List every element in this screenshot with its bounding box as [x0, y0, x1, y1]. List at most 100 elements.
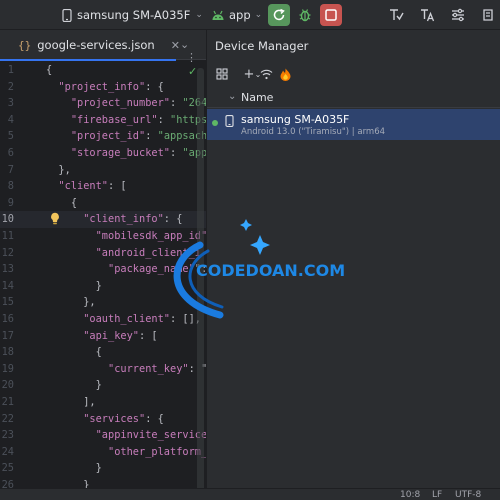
line-number: 18 — [1, 346, 14, 359]
editor-tab-bar: {} google-services.json ✕ ⌄ ⋮ — [0, 30, 206, 64]
code-line[interactable]: 2 "project_info": { — [0, 79, 206, 96]
code-area[interactable]: 1{2 "project_info": {3 "project_number":… — [0, 61, 206, 500]
rerun-icon — [273, 8, 285, 21]
code-token: } — [95, 462, 102, 475]
main-toolbar: samsung SM-A035F ⌄ app ⌄ — [0, 0, 500, 30]
code-line[interactable]: 9 { — [0, 195, 206, 212]
code-text: "project_number": "264 — [46, 95, 206, 112]
device-selector[interactable]: samsung SM-A035F ⌄ — [62, 6, 203, 24]
code-line[interactable]: 22 "services": { — [0, 411, 206, 428]
rerun-button[interactable] — [268, 4, 290, 26]
code-line[interactable]: 4 "firebase_url": "https — [0, 112, 206, 129]
code-token: "appinvite_service — [95, 429, 206, 442]
code-line[interactable]: 21 ], — [0, 394, 206, 411]
stop-button[interactable] — [320, 4, 342, 26]
code-line[interactable]: 13 "package_name"": — [0, 261, 206, 278]
code-token: : — [157, 113, 171, 126]
code-text: "other_platform_o — [46, 444, 206, 461]
code-line[interactable]: 19 "current_key": " — [0, 361, 206, 378]
code-token: } — [95, 379, 102, 392]
column-name-header[interactable]: Name — [241, 91, 273, 104]
code-line[interactable]: 5 "project_id": "appsach — [0, 128, 206, 145]
line-separator[interactable]: LF — [432, 489, 442, 500]
editor-scrollbar[interactable] — [197, 68, 204, 500]
code-line[interactable]: 23 "appinvite_service — [0, 427, 206, 444]
device-list-header: ⌄ Name — [207, 88, 500, 108]
file-encoding[interactable]: UTF-8 — [455, 489, 481, 500]
line-number: 1 — [7, 64, 14, 76]
code-text: "appinvite_service — [46, 427, 206, 444]
device-manager-title: Device Manager — [215, 39, 309, 53]
code-editor: {} google-services.json ✕ ⌄ ⋮ 1{2 "proje… — [0, 30, 206, 500]
code-token: }, — [83, 296, 96, 309]
code-token: { — [70, 196, 78, 209]
profiler-button[interactable] — [479, 5, 499, 25]
code-line[interactable]: 10 "client_info": { — [0, 211, 206, 228]
code-line[interactable]: 18 { — [0, 344, 206, 361]
line-number: 7 — [7, 163, 14, 176]
caret-position[interactable]: 10:8 — [400, 489, 420, 500]
chevron-down-icon: ⌄ — [180, 38, 190, 51]
code-token: "firebase_url" — [70, 113, 158, 126]
android-icon — [212, 10, 224, 20]
code-token: : — [170, 97, 183, 110]
pair-wifi-button[interactable] — [257, 65, 275, 83]
code-token: "api_key" — [83, 329, 139, 342]
code-line[interactable]: 8 "client": [ — [0, 178, 206, 195]
code-line[interactable]: 17 "api_key": [ — [0, 328, 206, 345]
code-line[interactable]: 25 } — [0, 460, 206, 477]
group-devices-button[interactable] — [213, 65, 231, 83]
code-token: : — [145, 130, 158, 143]
code-token: : { — [163, 213, 183, 226]
debug-button[interactable] — [294, 4, 316, 26]
code-text: "project_id": "appsach — [46, 128, 206, 145]
code-line[interactable]: 11 "mobilesdk_app_id" — [0, 228, 206, 245]
wifi-icon — [260, 69, 272, 80]
firebase-test-lab-button[interactable] — [276, 65, 294, 83]
code-token: : — [170, 147, 183, 159]
code-line[interactable]: 20 } — [0, 377, 206, 394]
apply-changes-icon — [390, 9, 404, 21]
code-text: } — [46, 377, 102, 394]
code-text: "services": { — [46, 411, 164, 428]
code-line[interactable]: 3 "project_number": "264 — [0, 95, 206, 112]
run-config-label: app — [229, 8, 251, 22]
apply-changes-button[interactable] — [386, 5, 406, 25]
chevron-down-icon[interactable]: ⌄ — [228, 91, 236, 102]
code-line[interactable]: 15 }, — [0, 294, 206, 311]
code-line[interactable]: 24 "other_platform_o — [0, 444, 206, 461]
tab-google-services-json[interactable]: {} google-services.json ✕ — [0, 30, 180, 61]
code-line[interactable]: 1{ — [0, 62, 206, 79]
code-token: : { — [145, 80, 164, 93]
line-number: 9 — [7, 196, 14, 209]
code-line[interactable]: 12 "android_client_i — [0, 245, 206, 262]
code-text: } — [46, 278, 102, 295]
phone-icon — [62, 8, 72, 22]
code-line[interactable]: 14 } — [0, 278, 206, 295]
translate-button[interactable] — [417, 5, 437, 25]
code-token: "mobilesdk_app_id" — [95, 230, 206, 242]
code-line[interactable]: 7 }, — [0, 162, 206, 179]
device-row[interactable]: samsung SM-A035F Android 13.0 ("Tiramisu… — [207, 109, 500, 140]
run-config-selector[interactable]: app ⌄ — [211, 6, 262, 24]
line-number: 21 — [1, 396, 14, 408]
device-details: Android 13.0 ("Tiramisu") | arm64 — [241, 127, 386, 137]
code-line[interactable]: 6 "storage_bucket": "app — [0, 145, 206, 162]
code-token: : [ — [108, 180, 127, 193]
line-number: 6 — [7, 147, 14, 159]
code-line[interactable]: 16 "oauth_client": [], — [0, 311, 206, 328]
code-text: ], — [46, 394, 95, 411]
settings-sliders-button[interactable] — [448, 5, 468, 25]
code-token: "services" — [83, 412, 146, 425]
line-number: 25 — [1, 462, 14, 475]
close-icon[interactable]: ✕ — [171, 39, 180, 52]
translate-icon — [421, 9, 435, 22]
chevron-down-icon: ⌄ — [195, 10, 203, 20]
